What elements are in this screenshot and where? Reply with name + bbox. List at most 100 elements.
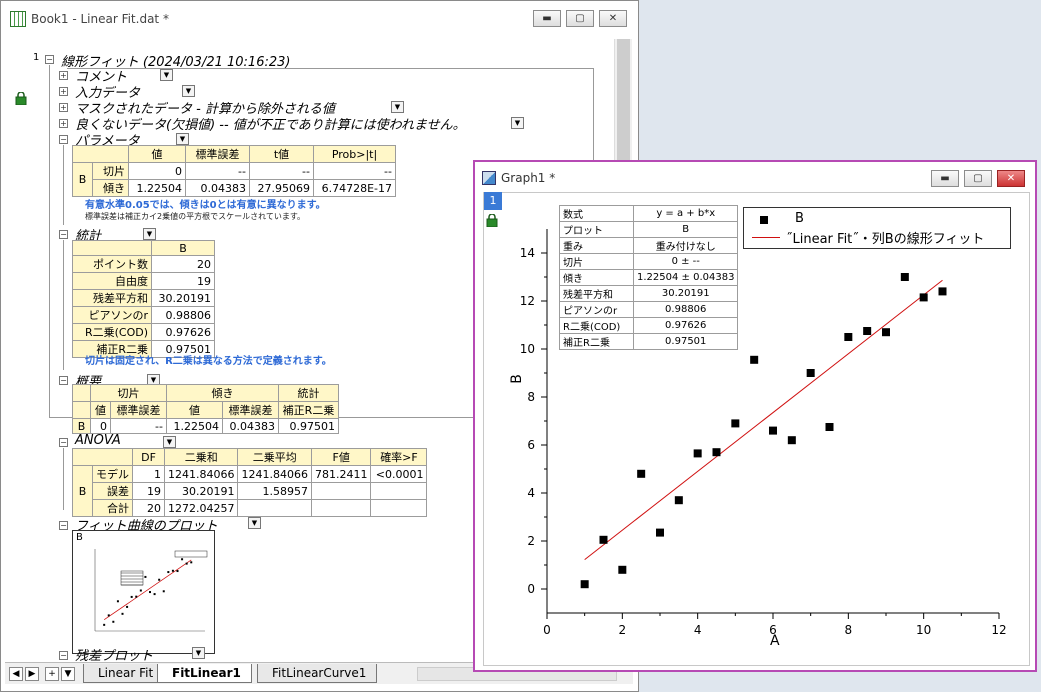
tab-linear-fit[interactable]: Linear Fit xyxy=(83,664,165,683)
parameters-dropdown[interactable]: ▼ xyxy=(176,133,189,145)
minimize-button[interactable]: ▬ xyxy=(533,10,561,27)
fit-info-table[interactable]: 数式 y = a + b*x プロット B 重み 重み付けなし 切片 0 ± -- 傾き… xyxy=(559,205,739,350)
anova-row-label: 誤差 xyxy=(92,482,133,500)
anova-cell[interactable]: 20 xyxy=(132,499,165,517)
graph-minimize-button[interactable]: ▬ xyxy=(931,170,959,187)
input-data-expand-toggle[interactable]: + xyxy=(59,87,68,96)
graph-maximize-button[interactable]: ▢ xyxy=(964,170,992,187)
summary-cell[interactable]: 0 xyxy=(90,418,111,434)
anova-header-cell: 確率>F xyxy=(370,448,428,466)
graph-title: Graph1 * xyxy=(501,171,556,185)
sheet-list-button[interactable]: ▼ xyxy=(61,667,75,681)
summary-cell[interactable]: 0.04383 xyxy=(222,418,279,434)
summary-subheader: 標準誤差 xyxy=(110,401,167,419)
anova-cell[interactable] xyxy=(370,499,428,517)
info-label: ピアソンのr xyxy=(559,301,634,318)
anova-dropdown[interactable]: ▼ xyxy=(163,436,176,448)
input-data-dropdown[interactable]: ▼ xyxy=(182,85,195,97)
tab-fitlinearcurve1[interactable]: FitLinearCurve1 xyxy=(257,664,378,683)
summary-collapse-toggle[interactable]: − xyxy=(59,376,68,385)
stats-cell[interactable]: 30.20191 xyxy=(151,289,215,307)
summary-cell[interactable]: 0.97501 xyxy=(278,418,339,434)
legend[interactable]: B ˝Linear Fit˝・列Bの線形フィット xyxy=(743,207,1011,249)
graph-close-button[interactable]: ✕ xyxy=(997,170,1025,187)
summary-subheader: 値 xyxy=(166,401,223,419)
fit-plot-thumbnail[interactable]: B xyxy=(72,530,215,654)
anova-collapse-toggle[interactable]: − xyxy=(59,438,68,447)
layer-indicator[interactable]: 1 xyxy=(484,192,502,210)
thumb-point xyxy=(139,589,142,592)
bad-data-dropdown[interactable]: ▼ xyxy=(511,117,524,129)
anova-cell[interactable]: 1.58957 xyxy=(237,482,312,500)
summary-group-header: 切片 xyxy=(90,384,167,402)
param-cell[interactable]: -- xyxy=(185,162,250,180)
param-cell[interactable]: 0.04383 xyxy=(185,179,250,197)
anova-group-label: B xyxy=(72,465,93,517)
anova-cell[interactable] xyxy=(237,499,312,517)
statistics-note: 切片は固定され、R二乗は異なる方法で定義されます。 xyxy=(85,356,332,367)
fit-plot-collapse-toggle[interactable]: − xyxy=(59,521,68,530)
tree-line xyxy=(63,240,64,370)
report-collapse-toggle[interactable]: − xyxy=(45,55,54,64)
residual-plot-collapse-toggle[interactable]: − xyxy=(59,651,68,660)
stats-cell[interactable]: 19 xyxy=(151,272,215,290)
anova-cell[interactable]: 781.2411 xyxy=(310,465,372,483)
thumb-point xyxy=(153,593,156,596)
anova-table: DF 二乗和 二乗平均 F値 確率>F B モデル 1 1241.84066 1… xyxy=(72,448,428,517)
param-cell[interactable]: 6.74728E-17 xyxy=(313,179,396,197)
thumb-point xyxy=(116,600,119,603)
stats-cell[interactable]: 0.97626 xyxy=(151,323,215,341)
summary-cell[interactable]: -- xyxy=(110,418,167,434)
info-value: 0.97626 xyxy=(632,317,739,334)
stats-cell[interactable]: 20 xyxy=(151,255,215,273)
stats-row-label: ポイント数 xyxy=(72,255,152,273)
next-sheet-button[interactable]: ▶ xyxy=(25,667,39,681)
anova-cell[interactable]: 1241.84066 xyxy=(237,465,312,483)
anova-header-cell: F値 xyxy=(310,448,372,466)
graph-page[interactable]: 0 2 4 6 8 10 12 0 2 4 6 8 10 12 14 B A 数式 y = a + b*x プ… xyxy=(483,192,1030,666)
anova-cell[interactable]: 19 xyxy=(132,482,165,500)
anova-cell[interactable] xyxy=(370,482,428,500)
residual-plot-dropdown[interactable]: ▼ xyxy=(192,647,205,659)
y-tick-label: 0 xyxy=(527,582,535,596)
parameters-collapse-toggle[interactable]: − xyxy=(59,135,68,144)
anova-cell[interactable]: 1 xyxy=(132,465,165,483)
fit-plot-dropdown[interactable]: ▼ xyxy=(248,517,261,529)
workbook-titlebar[interactable]: Book1 - Linear Fit.dat * ▬ ▢ ✕ xyxy=(1,1,638,38)
param-cell[interactable]: -- xyxy=(249,162,314,180)
param-cell[interactable]: -- xyxy=(313,162,396,180)
masked-data-expand-toggle[interactable]: + xyxy=(59,103,68,112)
anova-cell[interactable]: 1272.04257 xyxy=(163,499,239,517)
comment-expand-toggle[interactable]: + xyxy=(59,71,68,80)
stats-cell[interactable]: 0.98806 xyxy=(151,306,215,324)
param-cell[interactable]: 1.22504 xyxy=(128,179,186,197)
add-sheet-button[interactable]: + xyxy=(45,667,59,681)
anova-cell[interactable] xyxy=(310,499,372,517)
anova-header-cell: DF xyxy=(132,448,165,466)
statistics-collapse-toggle[interactable]: − xyxy=(59,230,68,239)
param-cell[interactable]: 0 xyxy=(128,162,186,180)
statistics-dropdown[interactable]: ▼ xyxy=(143,228,156,240)
info-value: y = a + b*x xyxy=(632,205,739,222)
tab-fitlinear1[interactable]: FitLinear1 xyxy=(157,664,252,683)
param-cell[interactable]: 27.95069 xyxy=(249,179,314,197)
masked-data-dropdown[interactable]: ▼ xyxy=(391,101,404,113)
data-point xyxy=(618,565,627,574)
x-tick-label: 10 xyxy=(916,623,931,637)
param-header-tvalue: t値 xyxy=(249,145,314,163)
data-point xyxy=(787,436,796,445)
maximize-button[interactable]: ▢ xyxy=(566,10,594,27)
prev-sheet-button[interactable]: ◀ xyxy=(9,667,23,681)
anova-cell[interactable]: <0.0001 xyxy=(370,465,428,483)
anova-cell[interactable] xyxy=(310,482,372,500)
thumb-point xyxy=(121,612,124,615)
anova-cell[interactable]: 1241.84066 xyxy=(163,465,239,483)
summary-cell[interactable]: 1.22504 xyxy=(166,418,223,434)
x-tick-label: 12 xyxy=(991,623,1006,637)
close-button[interactable]: ✕ xyxy=(599,10,627,27)
comment-dropdown[interactable]: ▼ xyxy=(160,69,173,81)
bad-data-expand-toggle[interactable]: + xyxy=(59,119,68,128)
y-tick-label: 10 xyxy=(520,342,535,356)
anova-cell[interactable]: 30.20191 xyxy=(163,482,239,500)
anova-header-cell: 二乗和 xyxy=(163,448,239,466)
